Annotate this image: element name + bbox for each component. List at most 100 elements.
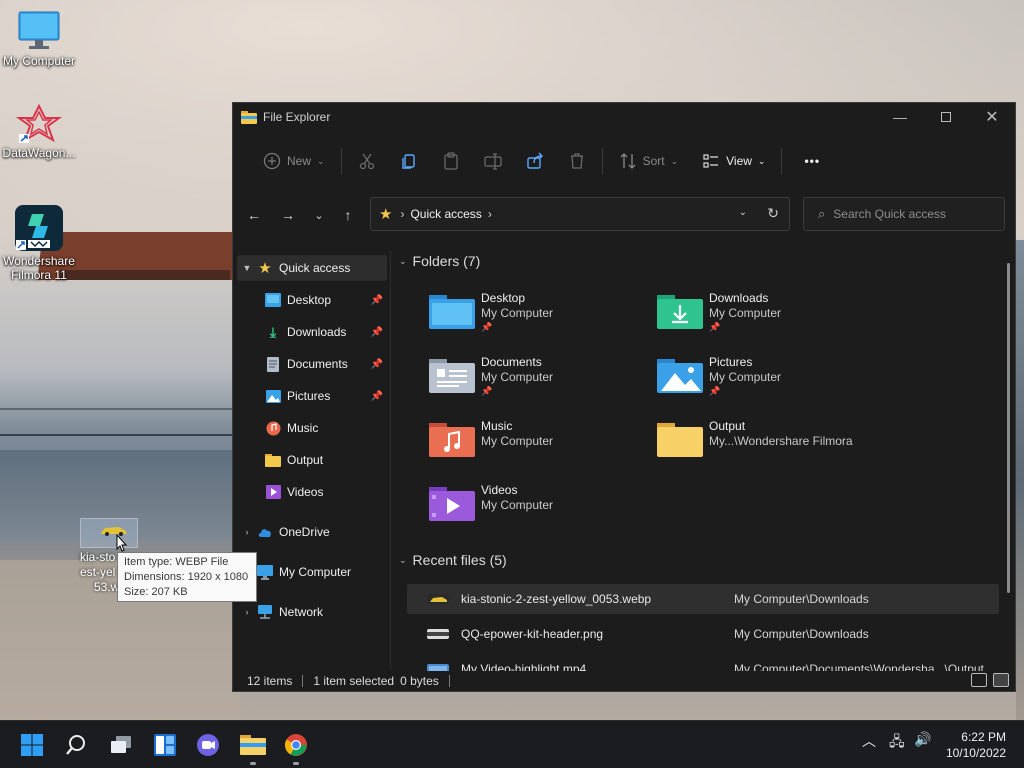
chat-button[interactable]: [192, 729, 224, 761]
plus-circle-icon: [263, 152, 281, 170]
folder-location: My Computer: [481, 370, 554, 384]
sidebar-item-downloads[interactable]: ⤓ Downloads 📌: [265, 319, 387, 345]
navigation-pane: ▼ ★ Quick access Desktop 📌 ⤓ Downloads 📌…: [233, 251, 391, 669]
sort-button[interactable]: Sort ⌄: [607, 145, 691, 177]
chrome-taskbar-button[interactable]: [280, 729, 312, 765]
sidebar-item-label: Pictures: [287, 389, 331, 403]
back-button[interactable]: ←: [243, 205, 265, 225]
status-size: 0 bytes: [400, 674, 439, 688]
sidebar-item-pictures[interactable]: Pictures 📌: [265, 383, 387, 409]
scrollbar-thumb[interactable]: [1007, 263, 1010, 593]
recent-files-section-header[interactable]: ⌄ Recent files (5): [399, 552, 507, 568]
chevron-down-icon: ⌄: [317, 155, 325, 166]
table-row[interactable]: kia-stonic-2-zest-yellow_0053.webp My Co…: [407, 584, 999, 614]
system-clock[interactable]: 6:22 PM 10/10/2022: [946, 729, 1006, 761]
folders-section-header[interactable]: ⌄ Folders (7): [399, 253, 480, 269]
folder-name: Documents: [481, 355, 542, 369]
expanded-chevron-icon[interactable]: ▼: [237, 263, 257, 273]
folder-tile-downloads[interactable]: Downloads My Computer 📌: [657, 291, 877, 347]
address-dropdown-icon[interactable]: ⌄: [739, 207, 747, 218]
file-explorer-taskbar-button[interactable]: [237, 729, 269, 765]
delete-button[interactable]: [556, 145, 598, 177]
recent-locations-button[interactable]: ⌄: [308, 205, 330, 225]
new-button[interactable]: New ⌄: [251, 145, 337, 177]
refresh-icon[interactable]: ↻: [767, 205, 779, 222]
start-button[interactable]: [16, 729, 48, 761]
network-status-icon[interactable]: 🖧: [889, 731, 905, 755]
sidebar-item-label: Music: [287, 421, 319, 435]
window-title: File Explorer: [263, 110, 331, 124]
close-icon: ✕: [985, 109, 999, 126]
widgets-button[interactable]: [149, 729, 181, 761]
sidebar-item-label: Documents: [287, 357, 348, 371]
desktop-icon-label: Wondershare Filmora 11: [3, 254, 75, 282]
copy-button[interactable]: [388, 145, 430, 177]
sidebar-item-desktop[interactable]: Desktop 📌: [265, 287, 387, 313]
download-icon: ⤓: [269, 323, 277, 340]
recent-file-name: kia-stonic-2-zest-yellow_0053.webp: [461, 592, 652, 606]
volume-icon[interactable]: 🔊: [914, 731, 931, 748]
sidebar-item-documents[interactable]: Documents 📌: [265, 351, 387, 377]
arrow-right-icon: →: [281, 207, 295, 223]
tiles-view-icon[interactable]: [993, 673, 1009, 687]
sidebar-item-output[interactable]: Output: [265, 447, 387, 473]
title-bar[interactable]: File Explorer — ✕: [233, 103, 1015, 131]
folder-location: My...\Wondershare Filmora: [709, 434, 853, 448]
desktop-folder-icon: [429, 295, 475, 329]
recent-file-location: My Computer\Downloads: [734, 592, 869, 606]
folder-tile-music[interactable]: Music My Computer: [429, 419, 649, 475]
music-folder-icon: [429, 423, 475, 457]
vertical-scrollbar[interactable]: [1003, 253, 1013, 593]
desktop-icon-datawagon[interactable]: DataWagon...: [0, 104, 78, 160]
breadcrumb-quick-access[interactable]: Quick access: [410, 207, 481, 221]
paste-button[interactable]: [430, 145, 472, 177]
folder-location: My Computer: [709, 306, 782, 320]
search-box[interactable]: ⌕: [803, 197, 1005, 231]
dragged-file[interactable]: [80, 518, 138, 548]
new-label: New: [287, 154, 312, 168]
collapsed-chevron-icon[interactable]: ›: [237, 527, 257, 537]
cut-button[interactable]: [346, 145, 388, 177]
rename-button[interactable]: [472, 145, 514, 177]
videos-folder-icon: [429, 487, 475, 521]
up-button[interactable]: ↑: [337, 205, 359, 225]
sidebar-item-videos[interactable]: Videos: [265, 479, 387, 505]
share-button[interactable]: [514, 145, 556, 177]
sidebar-item-my-computer[interactable]: › My Computer: [237, 559, 387, 585]
sidebar-item-onedrive[interactable]: › OneDrive: [237, 519, 387, 545]
show-hidden-icons-chevron-icon[interactable]: ︿: [862, 731, 876, 751]
sidebar-item-quick-access[interactable]: ▼ ★ Quick access: [237, 255, 387, 281]
breadcrumb-separator-icon: ›: [400, 207, 405, 221]
search-input[interactable]: [833, 207, 984, 221]
status-item-count: 12 items: [247, 674, 293, 688]
folder-tile-videos[interactable]: Videos My Computer: [429, 483, 649, 539]
folder-tile-pictures[interactable]: Pictures My Computer 📌: [657, 355, 877, 411]
minimize-button[interactable]: —: [877, 103, 923, 131]
folder-tile-documents[interactable]: Documents My Computer 📌: [429, 355, 649, 411]
sidebar-item-network[interactable]: › Network: [237, 599, 387, 625]
collapsed-chevron-icon[interactable]: ›: [237, 607, 257, 617]
sidebar-item-label: Downloads: [287, 325, 347, 339]
table-row[interactable]: QQ-epower-kit-header.png My Computer\Dow…: [407, 619, 999, 649]
pin-icon: 📌: [370, 358, 383, 370]
details-view-icon[interactable]: [971, 673, 987, 687]
folder-app-icon: [241, 111, 257, 124]
breadcrumb-chevron-icon[interactable]: ›: [488, 207, 492, 221]
desktop-icon-filmora[interactable]: Wondershare Filmora 11: [0, 204, 78, 282]
sidebar-item-music[interactable]: Music: [265, 415, 387, 441]
view-button[interactable]: View ⌄: [690, 145, 777, 177]
mouse-cursor-icon: [116, 534, 128, 552]
folder-tile-output[interactable]: Output My...\Wondershare Filmora: [657, 419, 877, 475]
more-options-button[interactable]: •••: [786, 145, 832, 177]
search-taskbar-button[interactable]: [60, 729, 92, 761]
sidebar-item-label: Output: [287, 453, 324, 467]
address-bar[interactable]: ★ › Quick access › ⌄ ↻: [370, 197, 790, 231]
task-view-button[interactable]: [105, 729, 137, 761]
task-view-icon: [111, 736, 131, 753]
folder-tile-desktop[interactable]: Desktop My Computer 📌: [429, 291, 649, 347]
tooltip-size: Size: 207 KB: [124, 586, 188, 598]
forward-button[interactable]: →: [277, 205, 299, 225]
desktop-icon-my-computer[interactable]: My Computer: [0, 10, 78, 68]
close-button[interactable]: ✕: [969, 103, 1015, 131]
maximize-button[interactable]: [923, 103, 969, 131]
